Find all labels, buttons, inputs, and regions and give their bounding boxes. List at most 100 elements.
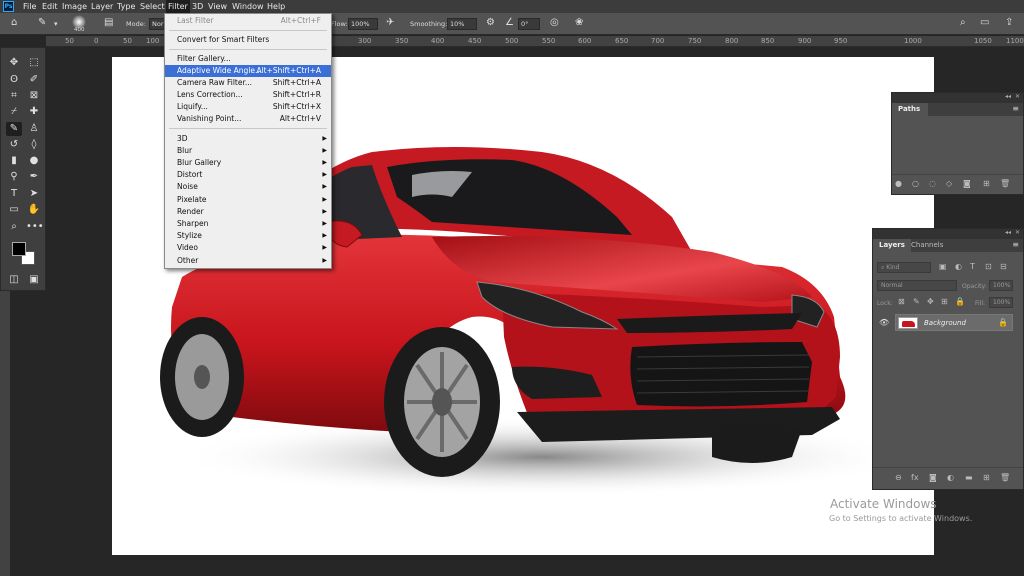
lock-position-icon[interactable]: ✥: [927, 297, 934, 306]
fill-input[interactable]: 100%: [989, 297, 1013, 308]
kind-filter-select[interactable]: ⌕ Kind: [877, 262, 931, 273]
brush-tool-icon[interactable]: ✎: [6, 122, 22, 136]
menu-item-blur[interactable]: Blur ▶: [165, 145, 331, 157]
rectangle-tool-icon[interactable]: ▭: [6, 203, 22, 217]
lock-all-icon[interactable]: 🔒: [955, 297, 965, 306]
quick-select-icon[interactable]: ✐: [26, 73, 42, 87]
lasso-tool-icon[interactable]: ʘ: [6, 73, 22, 87]
menu-layer[interactable]: Layer: [89, 0, 115, 13]
add-mask-icon[interactable]: ◙: [929, 473, 937, 482]
menu-item-distort[interactable]: Distort ▶: [165, 169, 331, 181]
marquee-tool-icon[interactable]: ⬚: [26, 56, 42, 70]
gradient-tool-icon[interactable]: ▮: [6, 154, 22, 168]
crop-tool-icon[interactable]: ⌗: [6, 89, 22, 103]
adjustment-layer-icon[interactable]: ◐: [947, 473, 954, 482]
menu-item-pixelate[interactable]: Pixelate ▶: [165, 194, 331, 206]
menu-view[interactable]: View: [206, 0, 229, 13]
menu-select[interactable]: Select: [138, 0, 167, 13]
lock-transparent-icon[interactable]: ⊠: [898, 297, 905, 306]
menu-item-sharpen[interactable]: Sharpen ▶: [165, 218, 331, 230]
stroke-path-icon[interactable]: ○: [912, 179, 919, 188]
adjustment-filter-icon[interactable]: ◐: [955, 262, 962, 271]
menu-file[interactable]: File: [21, 0, 38, 13]
menu-type[interactable]: Type: [115, 0, 137, 13]
menu-item-last-filter[interactable]: Last Filter Alt+Ctrl+F: [165, 15, 331, 27]
menu-item-blur-gallery[interactable]: Blur Gallery ▶: [165, 157, 331, 169]
healing-brush-icon[interactable]: ✚: [26, 105, 42, 119]
smoothing-input[interactable]: 10%: [447, 18, 477, 30]
lock-artboard-icon[interactable]: ⊞: [941, 297, 948, 306]
menu-3d[interactable]: 3D: [190, 0, 205, 13]
home-icon[interactable]: ⌂: [11, 17, 17, 28]
more-tools-icon[interactable]: •••: [26, 220, 44, 234]
quick-mask-icon[interactable]: ◫: [6, 273, 22, 287]
brush-settings-icon[interactable]: ▤: [104, 17, 113, 28]
brush-tool-icon[interactable]: ✎: [38, 17, 46, 28]
menu-item-adaptive-wide-angle[interactable]: Adaptive Wide Angle... Alt+Shift+Ctrl+A: [165, 65, 331, 77]
history-brush-icon[interactable]: ↺: [6, 138, 22, 152]
type-filter-icon[interactable]: T: [970, 262, 975, 271]
pixel-filter-icon[interactable]: ▣: [939, 262, 947, 271]
menu-item-filter-gallery[interactable]: Filter Gallery...: [165, 53, 331, 65]
panel-menu-icon[interactable]: ≡: [1012, 240, 1019, 249]
pen-tool-icon[interactable]: ✒: [26, 170, 42, 184]
load-selection-icon[interactable]: ◌: [929, 179, 936, 188]
panel-header[interactable]: ◂◂ ✕: [873, 229, 1023, 239]
menu-item-lens-correction[interactable]: Lens Correction... Shift+Ctrl+R: [165, 89, 331, 101]
path-select-icon[interactable]: ➤: [26, 187, 42, 201]
layer-row[interactable]: Background 🔒: [895, 314, 1013, 331]
angle-input[interactable]: 0°: [518, 18, 540, 30]
menu-item-liquify[interactable]: Liquify... Shift+Ctrl+X: [165, 101, 331, 113]
search-icon[interactable]: ⌕: [960, 17, 966, 28]
symmetry-icon[interactable]: ❀: [575, 17, 583, 28]
blend-mode-select[interactable]: Normal: [877, 280, 957, 291]
new-layer-icon[interactable]: ⊞: [983, 473, 990, 482]
eyedropper-icon[interactable]: ⌿: [6, 105, 22, 119]
make-path-icon[interactable]: ◇: [946, 179, 952, 188]
menu-item-render[interactable]: Render ▶: [165, 206, 331, 218]
workspace-icon[interactable]: ▭: [980, 17, 989, 28]
mode-select[interactable]: Nor: [149, 18, 165, 30]
menu-item-convert-smart-filters[interactable]: Convert for Smart Filters: [165, 34, 331, 46]
type-tool-icon[interactable]: T: [6, 187, 22, 201]
menu-edit[interactable]: Edit: [40, 0, 60, 13]
menu-window[interactable]: Window: [230, 0, 266, 13]
stamp-tool-icon[interactable]: ♙: [26, 122, 42, 136]
trash-icon[interactable]: 🗑: [1000, 473, 1010, 482]
screen-mode-icon[interactable]: ▣: [26, 273, 42, 287]
zoom-tool-icon[interactable]: ⌕: [6, 220, 22, 234]
opacity-input[interactable]: 100%: [989, 280, 1013, 291]
menu-item-noise[interactable]: Noise ▶: [165, 181, 331, 193]
photoshop-icon[interactable]: Ps: [3, 1, 14, 12]
link-layers-icon[interactable]: ⊖: [895, 473, 902, 482]
menu-item-camera-raw[interactable]: Camera Raw Filter... Shift+Ctrl+A: [165, 77, 331, 89]
add-mask-icon[interactable]: ◙: [963, 179, 971, 188]
menu-item-stylize[interactable]: Stylize ▶: [165, 230, 331, 242]
blur-tool-icon[interactable]: ●: [26, 154, 42, 168]
panel-menu-icon[interactable]: ≡: [1012, 104, 1019, 113]
group-icon[interactable]: ▬: [965, 473, 973, 482]
hand-tool-icon[interactable]: ✋: [26, 203, 42, 217]
menu-item-3d[interactable]: 3D ▶: [165, 133, 331, 145]
fx-icon[interactable]: fx: [911, 473, 919, 482]
menu-item-video[interactable]: Video ▶: [165, 242, 331, 254]
menu-item-other[interactable]: Other ▶: [165, 255, 331, 267]
lock-pixels-icon[interactable]: ✎: [913, 297, 920, 306]
menu-help[interactable]: Help: [265, 0, 287, 13]
gear-icon[interactable]: ⚙: [486, 17, 495, 28]
foreground-color[interactable]: [12, 242, 26, 256]
new-path-icon[interactable]: ⊞: [983, 179, 990, 188]
eraser-tool-icon[interactable]: ◊: [26, 138, 42, 152]
panel-header[interactable]: ◂◂ ✕: [892, 93, 1023, 103]
dodge-tool-icon[interactable]: ⚲: [6, 170, 22, 184]
flow-input[interactable]: 100%: [348, 18, 378, 30]
menu-item-vanishing-point[interactable]: Vanishing Point... Alt+Ctrl+V: [165, 113, 331, 125]
share-icon[interactable]: ⇪: [1005, 17, 1013, 28]
menu-filter[interactable]: Filter: [166, 0, 190, 13]
pressure-opacity-icon[interactable]: ◎: [550, 17, 559, 28]
fill-path-icon[interactable]: ●: [895, 179, 902, 188]
move-tool-icon[interactable]: ✥: [6, 56, 22, 70]
trash-icon[interactable]: 🗑: [1000, 179, 1010, 188]
smart-object-filter-icon[interactable]: ⊟: [1000, 262, 1007, 271]
shape-filter-icon[interactable]: ⊡: [985, 262, 992, 271]
